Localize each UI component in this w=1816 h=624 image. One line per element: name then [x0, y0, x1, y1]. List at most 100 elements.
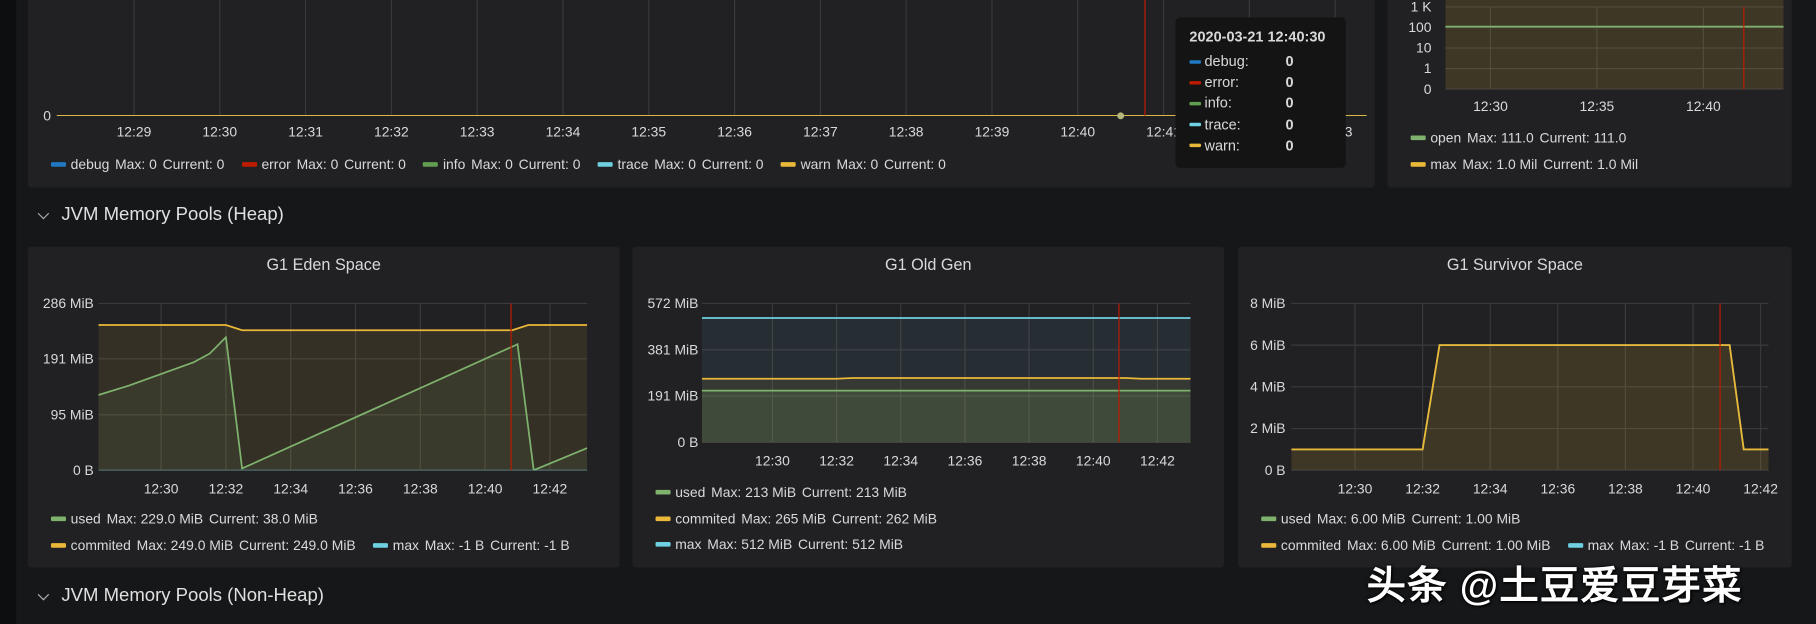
legend-item-used[interactable]: used Max: 6.00 MiB Current: 1.00 MiB	[1261, 511, 1526, 527]
series-name[interactable]: debug	[71, 157, 110, 173]
legend-item-warn[interactable]: warn Max: 0 Current: 0	[780, 157, 952, 173]
x-tick-label: 12:36	[1540, 480, 1575, 496]
series-color-swatch[interactable]	[50, 162, 67, 168]
legend-item-error[interactable]: error Max: 0 Current: 0	[241, 157, 412, 173]
legend-item-commited[interactable]: commited Max: 6.00 MiB Current: 1.00 MiB	[1261, 537, 1556, 553]
logs-legend: debug Max: 0 Current: 0 error Max: 0 Current:…	[50, 152, 963, 178]
series-name[interactable]: info	[443, 157, 465, 173]
series-max: Max: 0	[471, 156, 513, 173]
x-tick-label: 12:30	[1473, 98, 1508, 114]
legend-item-max[interactable]: max Max: -1 B Current: -1 B	[1567, 537, 1770, 554]
series-color-swatch[interactable]	[1410, 135, 1426, 141]
x-tick-label: 12:32	[374, 124, 409, 140]
legend-item-debug[interactable]: debug Max: 0 Current: 0	[50, 156, 230, 173]
series-max: Max: 6.00 MiB	[1316, 511, 1406, 528]
x-tick-label: 12:38	[889, 124, 924, 140]
series-name[interactable]: trace	[618, 157, 649, 173]
x-tick-label: 12:42	[1743, 480, 1778, 496]
x-tick-label: 12:30	[1338, 480, 1373, 496]
series-color-swatch[interactable]	[1261, 542, 1277, 548]
series-color-swatch[interactable]	[655, 542, 671, 547]
series-color-swatch[interactable]	[780, 162, 796, 168]
series-name[interactable]: max	[1588, 537, 1614, 553]
series-area-commited	[1291, 345, 1769, 471]
series-name[interactable]: open	[1430, 130, 1461, 146]
tooltip-series-value: 0	[1285, 74, 1294, 91]
series-line-commited[interactable]	[701, 377, 1191, 380]
chevron-down-icon[interactable]	[37, 207, 50, 219]
series-name[interactable]: max	[393, 537, 419, 553]
x-tick-label: 12:40	[468, 480, 503, 496]
series-group	[98, 324, 588, 471]
series-name[interactable]: max	[1430, 156, 1456, 172]
series-max: Max: 249.0 MiB	[136, 537, 234, 554]
x-tick-label: 12:31	[288, 124, 323, 140]
y-tick-label: 8 MiB	[1250, 295, 1285, 311]
legend-item-commited[interactable]: commited Max: 265 MiB Current: 262 MiB	[655, 510, 943, 527]
legend-row: max Max: 1.0 Mil Current: 1.0 Mil	[1410, 151, 1656, 177]
series-current: Current: 0	[162, 156, 225, 173]
series-color-swatch[interactable]	[1567, 542, 1583, 548]
tooltip-row-trace: trace: 0	[1189, 116, 1294, 133]
series-color-swatch[interactable]	[1410, 161, 1426, 167]
series-name[interactable]: error	[261, 157, 290, 173]
y-tick-label: 0 B	[678, 434, 699, 450]
legend-item-max[interactable]: max Max: 512 MiB Current: 512 MiB	[655, 536, 909, 553]
x-tick-label: 12:36	[948, 453, 983, 469]
y-tick-label: 286 MiB	[43, 295, 94, 311]
tooltip-row-debug: debug: 0	[1189, 53, 1294, 70]
series-color-swatch[interactable]	[597, 162, 613, 168]
legend-item-max[interactable]: max Max: -1 B Current: -1 B	[373, 537, 575, 553]
series-color-swatch[interactable]	[373, 542, 389, 548]
series-name[interactable]: used	[71, 511, 101, 527]
series-color-swatch[interactable]	[1261, 516, 1277, 522]
series-current: Current: 213 MiB	[801, 484, 907, 501]
series-current: Current: 512 MiB	[798, 536, 904, 553]
tooltip-series-name: trace:	[1204, 116, 1241, 133]
y-tick-label: 2 MiB	[1250, 420, 1285, 436]
tooltip-series-name: debug:	[1204, 53, 1249, 70]
legend-item-used[interactable]: used Max: 213 MiB Current: 213 MiB	[655, 484, 913, 501]
series-color-swatch	[1189, 143, 1202, 148]
legend-item-trace[interactable]: trace Max: 0 Current: 0	[597, 157, 769, 173]
x-tick-label: 12:32	[209, 480, 244, 496]
series-max: Max: 1.0 Mil	[1462, 156, 1538, 173]
legend-item-used[interactable]: used Max: 229.0 MiB Current: 38.0 MiB	[50, 511, 324, 527]
legend-item-max[interactable]: max Max: 1.0 Mil Current: 1.0 Mil	[1410, 156, 1644, 173]
y-tick-label: 191 MiB	[647, 388, 698, 404]
row-header-heap[interactable]: JVM Memory Pools (Heap)	[35, 205, 284, 226]
series-name[interactable]: used	[675, 484, 705, 500]
series-name[interactable]: max	[675, 537, 701, 553]
series-current: Current: 262 MiB	[831, 510, 938, 527]
series-color-swatch[interactable]	[50, 516, 67, 522]
panel-g1-survivor-space: G1 Survivor Space 8 MiB 6 MiB 4 MiB 2 MiB 0 …	[1238, 246, 1792, 568]
series-name[interactable]: warn	[801, 157, 831, 173]
x-tick-label: 12:42	[533, 480, 568, 496]
legend-item-info[interactable]: info Max: 0 Current: 0	[423, 157, 586, 173]
x-tick-label: 12:38	[1012, 453, 1047, 469]
series-name[interactable]: commited	[1281, 537, 1341, 553]
legend-item-open[interactable]: open Max: 111.0 Current: 111.0	[1410, 130, 1632, 146]
series-color-swatch[interactable]	[655, 490, 671, 495]
series-name[interactable]: used	[1281, 511, 1311, 527]
row-header-non-heap[interactable]: JVM Memory Pools (Non-Heap)	[35, 586, 324, 607]
eden-legend: used Max: 229.0 MiB Current: 38.0 MiB commi…	[50, 506, 587, 558]
series-color-swatch[interactable]	[423, 162, 439, 168]
series-name[interactable]: commited	[71, 537, 131, 553]
series-max: Max: -1 B	[1619, 537, 1680, 554]
x-tick-label: 12:40	[1060, 124, 1095, 140]
chevron-down-icon[interactable]	[37, 588, 50, 600]
legend-row: used Max: 213 MiB Current: 213 MiB	[655, 479, 955, 505]
legend-item-commited[interactable]: commited Max: 249.0 MiB Current: 249.0 MiB	[50, 537, 362, 554]
series-color-swatch[interactable]	[655, 516, 671, 521]
series-color-swatch[interactable]	[50, 542, 67, 548]
series-color-swatch[interactable]	[241, 162, 257, 168]
series-name[interactable]: commited	[675, 510, 735, 526]
x-tick-label: 12:37	[803, 124, 838, 140]
row-title: JVM Memory Pools (Heap)	[61, 204, 284, 225]
y-tick-label: 100	[1408, 19, 1431, 35]
x-tick-label: 12:34	[883, 453, 918, 469]
legend-row: commited Max: 265 MiB Current: 262 MiB	[655, 506, 955, 532]
x-tick-label: 12:36	[338, 480, 373, 496]
series-color-swatch	[1189, 101, 1202, 106]
